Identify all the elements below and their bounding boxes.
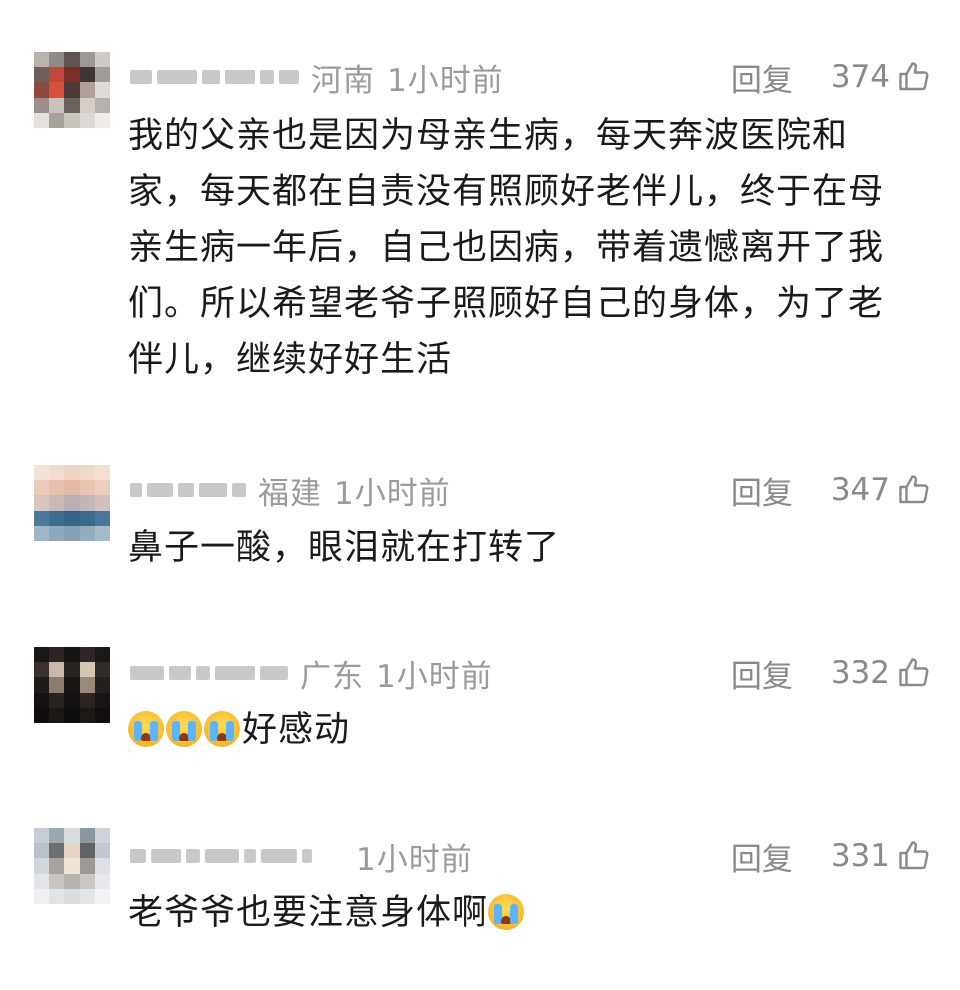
- avatar[interactable]: [34, 52, 110, 128]
- like-count: 331: [830, 838, 890, 874]
- comment-actions: 回复 331: [731, 831, 932, 881]
- timestamp: 1小时前: [334, 475, 451, 512]
- comment-text: 我的父亲也是因为母亲生病，每天奔波医院和家，每天都在自责没有照顾好老伴儿，终于在…: [128, 116, 885, 380]
- thumbs-up-icon[interactable]: [896, 59, 932, 95]
- avatar[interactable]: [34, 828, 110, 904]
- comment-meta: 1小时前: [130, 831, 473, 881]
- location-time: 1小时前: [324, 834, 473, 879]
- reply-button[interactable]: 回复: [731, 834, 793, 879]
- location: 福建: [258, 475, 322, 512]
- comment-text-body: 老爷爷也要注意身体啊: [128, 893, 489, 933]
- like-count: 347: [830, 472, 890, 508]
- location-time: 河南 1小时前: [311, 55, 504, 100]
- timestamp: 1小时前: [376, 658, 493, 695]
- comment-actions: 回复 347: [731, 465, 932, 515]
- comment-text: 好感动: [128, 702, 908, 758]
- comment-meta: 福建 1小时前: [130, 465, 451, 515]
- username-blurred[interactable]: [130, 666, 288, 680]
- username-blurred[interactable]: [130, 70, 299, 84]
- location: 广东: [300, 658, 364, 695]
- comment-actions: 回复 332: [731, 648, 932, 698]
- reply-button[interactable]: 回复: [731, 468, 793, 513]
- reply-button[interactable]: 回复: [731, 55, 793, 100]
- loudly-crying-face-icon: [166, 711, 202, 747]
- loudly-crying-face-icon: [204, 711, 240, 747]
- username-blurred[interactable]: [130, 483, 246, 497]
- location: 河南: [311, 62, 375, 99]
- comment-text: 鼻子一酸，眼泪就在打转了: [128, 528, 561, 568]
- thumbs-up-icon[interactable]: [896, 655, 932, 691]
- thumbs-up-icon[interactable]: [896, 838, 932, 874]
- timestamp: 1小时前: [387, 62, 504, 99]
- comment-meta: 河南 1小时前: [130, 52, 504, 102]
- like-count: 332: [830, 655, 890, 691]
- loudly-crying-face-icon: [128, 711, 164, 747]
- location-time: 广东 1小时前: [300, 651, 493, 696]
- reply-button[interactable]: 回复: [731, 651, 793, 696]
- loudly-crying-face-icon: [488, 894, 525, 930]
- avatar[interactable]: [34, 465, 110, 541]
- comment-text: 老爷爷也要注意身体啊: [128, 885, 908, 941]
- comment-text-body: 好感动: [242, 710, 351, 750]
- like-count: 374: [830, 59, 890, 95]
- location-time: 福建 1小时前: [258, 468, 451, 513]
- username-blurred[interactable]: [130, 849, 312, 863]
- comment-actions: 回复 374: [731, 52, 932, 102]
- comment-meta: 广东 1小时前: [130, 648, 493, 698]
- thumbs-up-icon[interactable]: [896, 472, 932, 508]
- timestamp: 1小时前: [356, 841, 473, 878]
- avatar[interactable]: [34, 647, 110, 723]
